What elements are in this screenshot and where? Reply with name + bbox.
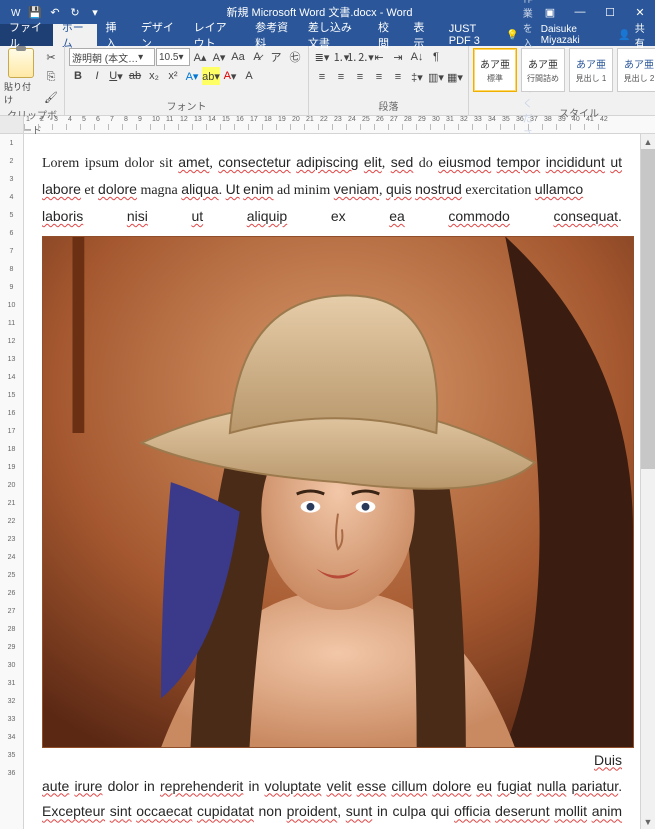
group-font: 游明朝 (本文… ▾ 10.5 ▾ A▴ A▾ Aa A̷ ア ㊆ B I U▾… (65, 46, 309, 115)
tab-view[interactable]: 表示 (404, 24, 439, 46)
tab-file[interactable]: ファイル (0, 24, 53, 46)
text-effects-icon[interactable]: A▾ (183, 67, 201, 85)
bold-button[interactable]: B (69, 67, 87, 85)
style-nospacing[interactable]: あア亜 行間詰め (521, 48, 565, 92)
borders-icon[interactable]: ▦▾ (446, 68, 464, 86)
group-paragraph: ≣▾ ⒈▾ ⒈⒉▾ ⇤ ⇥ A↓ ¶ ≡ ≡ ≡ ≡ ≡ ‡▾ ▥▾ ▦▾ (309, 46, 469, 115)
show-marks-icon[interactable]: ¶ (427, 48, 445, 66)
lightbulb-icon: 💡 (506, 30, 518, 41)
italic-button[interactable]: I (88, 67, 106, 85)
phonetic-icon[interactable]: ア (267, 48, 285, 66)
vertical-ruler[interactable]: 1234567891011121314151617181920212223242… (0, 134, 24, 829)
window-title: 新規 Microsoft Word 文書.docx - Word (104, 4, 535, 20)
grow-font-icon[interactable]: A▴ (191, 48, 209, 66)
tab-mailings[interactable]: 差し込み文書 (299, 24, 369, 46)
style-heading2[interactable]: あア亜 見出し 2 (617, 48, 655, 92)
clipboard-icon (8, 48, 34, 78)
font-label: フォント (69, 97, 304, 115)
ribbon-tabs: ファイル ホーム 挿入 デザイン レイアウト 参考資料 差し込み文書 校閲 表示… (0, 24, 655, 46)
ribbon-options-icon[interactable]: ▣ (535, 0, 565, 24)
group-styles: あア亜 標準 あア亜 行間詰め あア亜 見出し 1 あア亜 見出し 2 ▴ ▾ … (469, 46, 655, 115)
font-name-select[interactable]: 游明朝 (本文… ▾ (69, 48, 155, 66)
justify-icon[interactable]: ≡ (370, 68, 388, 86)
svg-text:W: W (11, 8, 21, 19)
ribbon: 貼り付け ✂ ⎘ 🖌 クリップボード 游明朝 (本文… ▾ 10.5 ▾ A▴ … (0, 46, 655, 116)
tab-review[interactable]: 校閲 (369, 24, 404, 46)
align-right-icon[interactable]: ≡ (351, 68, 369, 86)
underline-button[interactable]: U▾ (107, 67, 125, 85)
group-clipboard: 貼り付け ✂ ⎘ 🖌 クリップボード (0, 46, 65, 115)
indent-dec-icon[interactable]: ⇤ (370, 48, 388, 66)
bullets-icon[interactable]: ≣▾ (313, 48, 331, 66)
scroll-thumb[interactable] (641, 149, 655, 469)
scroll-up-icon[interactable]: ▲ (641, 134, 655, 149)
shading-icon[interactable]: ▥▾ (427, 68, 445, 86)
distribute-icon[interactable]: ≡ (389, 68, 407, 86)
character-border-icon[interactable]: A (240, 67, 258, 85)
indent-inc-icon[interactable]: ⇥ (389, 48, 407, 66)
tab-layout[interactable]: レイアウト (185, 24, 246, 46)
shrink-font-icon[interactable]: A▾ (210, 48, 228, 66)
user-label: Daisuke Miyazaki (541, 24, 602, 46)
style-heading1[interactable]: あア亜 見出し 1 (569, 48, 613, 92)
align-left-icon[interactable]: ≡ (313, 68, 331, 86)
copy-icon[interactable]: ⎘ (42, 68, 60, 86)
tab-home[interactable]: ホーム (53, 24, 97, 46)
tab-references[interactable]: 参考資料 (246, 24, 299, 46)
sort-icon[interactable]: A↓ (408, 48, 426, 66)
qat-dropdown-icon[interactable]: ▾ (86, 3, 104, 21)
tab-design[interactable]: デザイン (132, 24, 185, 46)
share-button[interactable]: 👤 共有 (610, 24, 655, 46)
maximize-button[interactable]: ☐ (595, 0, 625, 24)
scroll-track[interactable] (641, 149, 655, 814)
vertical-scrollbar[interactable]: ▲ ▼ (640, 134, 655, 829)
embedded-image[interactable] (42, 236, 634, 748)
paste-button[interactable]: 貼り付け (4, 48, 38, 106)
format-painter-icon[interactable]: 🖌 (42, 88, 60, 106)
scroll-down-icon[interactable]: ▼ (641, 814, 655, 829)
superscript-button[interactable]: x² (164, 67, 182, 85)
change-case-icon[interactable]: Aa (229, 48, 247, 66)
paste-label: 貼り付け (4, 80, 38, 106)
multilevel-icon[interactable]: ⒈⒉▾ (351, 48, 369, 66)
horizontal-ruler[interactable]: 1234567891011121314151617181920212223242… (0, 116, 655, 134)
tab-insert[interactable]: 挿入 (97, 24, 132, 46)
share-icon: 👤 (618, 30, 630, 41)
paragraph-3[interactable]: aute irure dolor in reprehenderit in vol… (42, 774, 622, 829)
style-normal[interactable]: あア亜 標準 (473, 48, 517, 92)
enclose-icon[interactable]: ㊆ (286, 48, 304, 66)
minimize-button[interactable]: ― (565, 0, 595, 24)
align-center-icon[interactable]: ≡ (332, 68, 350, 86)
paragraph-1[interactable]: Lorem ipsum dolor sit amet, consectetur … (42, 150, 622, 230)
line-spacing-icon[interactable]: ‡▾ (408, 68, 426, 86)
account-name[interactable]: Daisuke Miyazaki (533, 24, 610, 46)
document-area: 1234567891011121314151617181920212223242… (0, 134, 655, 829)
paragraph-label: 段落 (313, 97, 464, 115)
subscript-button[interactable]: x₂ (145, 67, 163, 85)
cut-icon[interactable]: ✂ (42, 48, 60, 66)
paragraph-2-right[interactable]: Duis (594, 752, 622, 768)
clear-format-icon[interactable]: A̷ (248, 48, 266, 66)
page[interactable]: Lorem ipsum dolor sit amet, consectetur … (24, 134, 640, 829)
font-color-icon[interactable]: A▾ (221, 67, 239, 85)
strike-button[interactable]: ab (126, 67, 144, 85)
highlight-icon[interactable]: ab▾ (202, 67, 220, 85)
font-size-select[interactable]: 10.5 ▾ (156, 48, 190, 66)
tab-justpdf[interactable]: JUST PDF 3 (440, 24, 507, 46)
